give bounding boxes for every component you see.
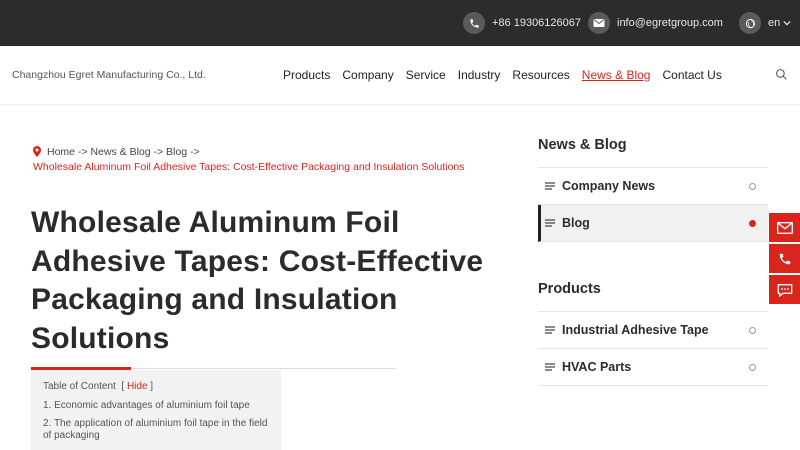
sidebar-products-heading: Products	[538, 281, 601, 297]
mail-icon	[776, 221, 793, 234]
phone-contact[interactable]: +86 19306126067	[463, 12, 581, 34]
sidebar-item-label: Industrial Adhesive Tape	[562, 323, 709, 337]
sidebar-item-industrial-adhesive-tape[interactable]: Industrial Adhesive Tape	[538, 312, 768, 349]
breadcrumb-trail[interactable]: Home -> News & Blog -> Blog ->	[33, 145, 503, 160]
mail-icon	[588, 12, 610, 34]
sidebar-item-label: Company News	[562, 179, 656, 193]
toc-header: Table of Content [ Hide ]	[43, 381, 154, 392]
float-email-button[interactable]	[769, 213, 800, 242]
sidebar-item-label: HVAC Parts	[562, 360, 632, 374]
language-label: en	[768, 17, 781, 29]
table-of-contents: Table of Content [ Hide ] 1. Economic ad…	[31, 370, 281, 450]
phone-number: +86 19306126067	[492, 17, 582, 29]
email-address: info@egretgroup.com	[617, 17, 723, 29]
nav-service[interactable]: Service	[406, 68, 446, 82]
list-icon	[545, 182, 555, 190]
page-title: Wholesale Aluminum Foil Adhesive Tapes: …	[31, 206, 484, 355]
nav-news-blog[interactable]: News & Blog	[582, 68, 651, 82]
list-icon	[545, 326, 555, 334]
float-phone-button[interactable]	[769, 244, 800, 273]
location-pin-icon	[33, 146, 41, 157]
chat-icon	[777, 283, 792, 297]
nav-products[interactable]: Products	[283, 68, 330, 82]
radio-dot-icon	[749, 183, 756, 190]
search-icon[interactable]	[775, 68, 788, 81]
email-contact[interactable]: info@egretgroup.com	[588, 12, 723, 34]
phone-icon	[779, 253, 790, 264]
globe-icon	[739, 12, 761, 34]
sidebar-item-company-news[interactable]: Company News	[538, 168, 768, 205]
phone-icon	[463, 12, 485, 34]
sidebar-news-heading: News & Blog	[538, 137, 627, 153]
toc-item[interactable]: 1. Economic advantages of aluminium foil…	[43, 400, 269, 412]
sidebar-item-hvac-parts[interactable]: HVAC Parts	[538, 349, 768, 386]
radio-dot-icon	[749, 220, 756, 227]
list-icon	[545, 219, 555, 227]
breadcrumb-current: Wholesale Aluminum Foil Adhesive Tapes: …	[33, 161, 465, 173]
chevron-down-icon	[783, 20, 791, 26]
breadcrumb: Home -> News & Blog -> Blog -> Wholesale…	[33, 145, 503, 175]
toc-heading: Table of Content	[43, 381, 116, 392]
brand-name[interactable]: Changzhou Egret Manufacturing Co., Ltd.	[12, 69, 206, 81]
site-header: Changzhou Egret Manufacturing Co., Ltd. …	[0, 46, 800, 105]
nav-resources[interactable]: Resources	[512, 68, 569, 82]
nav-company[interactable]: Company	[342, 68, 393, 82]
radio-dot-icon	[749, 364, 756, 371]
sidebar-item-blog[interactable]: Blog	[538, 205, 768, 242]
toc-hide-toggle[interactable]: Hide	[127, 381, 148, 392]
sidebar-item-label: Blog	[562, 216, 590, 230]
float-chat-button[interactable]	[769, 275, 800, 304]
list-icon	[545, 363, 555, 371]
nav-industry[interactable]: Industry	[458, 68, 501, 82]
radio-dot-icon	[749, 327, 756, 334]
main-nav: Products Company Service Industry Resour…	[283, 68, 734, 82]
top-bar: +86 19306126067 info@egretgroup.com en	[0, 0, 800, 46]
toc-item[interactable]: 2. The application of aluminium foil tap…	[43, 418, 269, 442]
nav-contact-us[interactable]: Contact Us	[662, 68, 721, 82]
language-selector[interactable]: en	[739, 12, 791, 34]
